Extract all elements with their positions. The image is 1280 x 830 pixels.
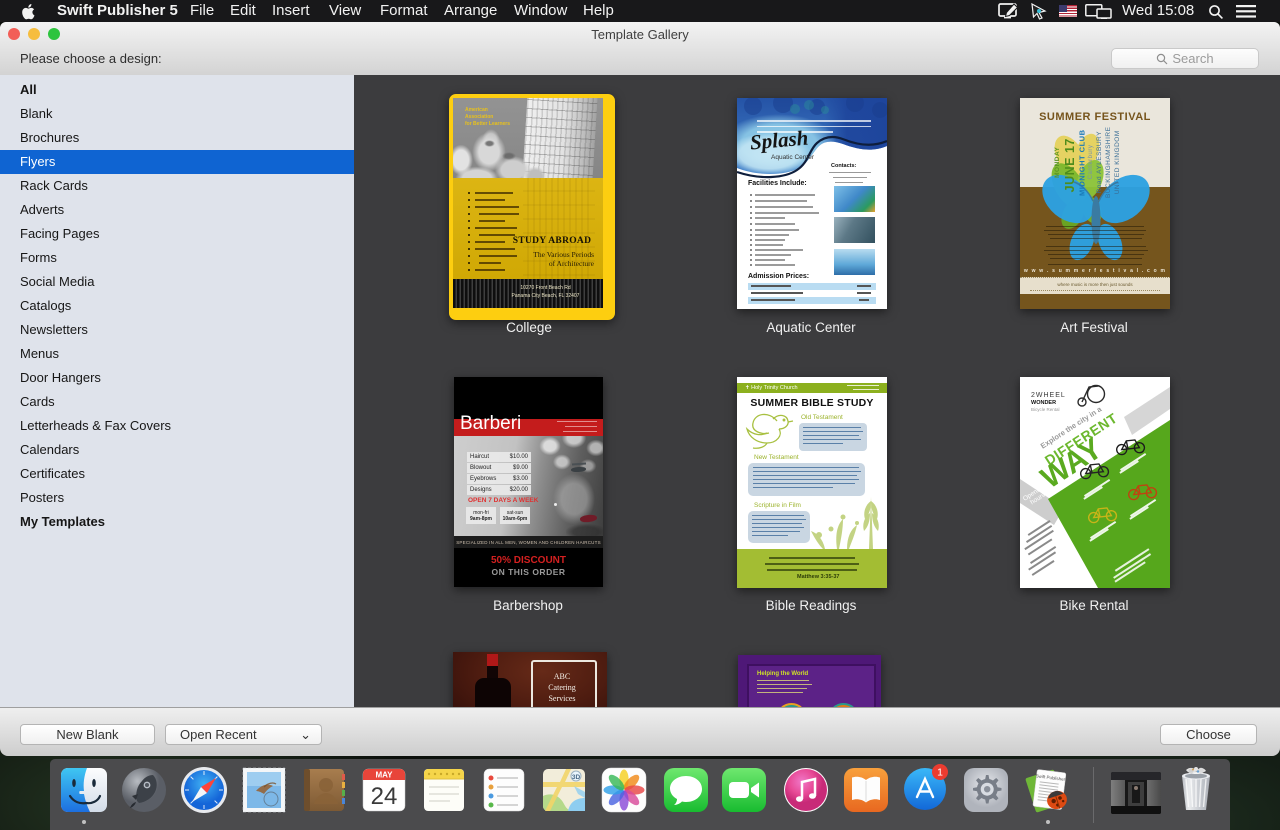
svg-text:3D: 3D [572, 774, 581, 781]
svg-text:24: 24 [371, 783, 398, 810]
svg-text:1: 1 [937, 766, 943, 778]
svg-text:MAY: MAY [375, 771, 393, 780]
